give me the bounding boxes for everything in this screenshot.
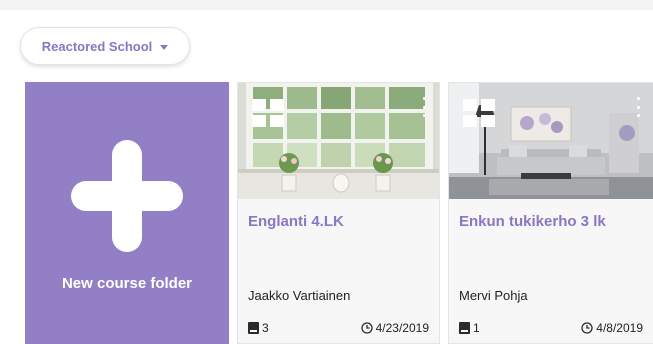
more-options-icon[interactable]	[635, 97, 641, 117]
item-count: 3	[262, 321, 269, 335]
clock-icon	[360, 322, 373, 334]
grid-icon	[463, 99, 495, 127]
item-count: 1	[473, 321, 480, 335]
new-course-folder-label: New course folder	[61, 275, 193, 292]
book-icon	[459, 322, 470, 334]
top-strip	[0, 0, 653, 10]
course-date: 4/8/2019	[596, 321, 643, 335]
course-title: Englanti 4.LK	[248, 213, 344, 230]
course-thumbnail	[449, 83, 653, 199]
grid-icon	[252, 99, 284, 127]
course-card[interactable]: Englanti 4.LK Jaakko Vartiainen 3 4/23/2…	[237, 82, 440, 344]
course-card[interactable]: Enkun tukikerho 3 lk Mervi Pohja 1 4/8/2…	[448, 82, 653, 344]
school-selector-label: Reactored School	[41, 38, 153, 54]
new-course-folder-button[interactable]: New course folder	[25, 82, 229, 344]
course-title: Enkun tukikerho 3 lk	[459, 213, 606, 230]
clock-icon	[581, 322, 593, 334]
course-author: Mervi Pohja	[459, 288, 528, 303]
chevron-down-icon	[160, 44, 169, 50]
book-icon	[248, 322, 259, 334]
course-date: 4/23/2019	[375, 321, 429, 335]
course-author: Jaakko Vartiainen	[248, 288, 351, 303]
more-options-icon[interactable]	[421, 97, 427, 117]
course-thumbnail	[238, 83, 439, 199]
school-selector-dropdown[interactable]: Reactored School	[20, 27, 190, 65]
